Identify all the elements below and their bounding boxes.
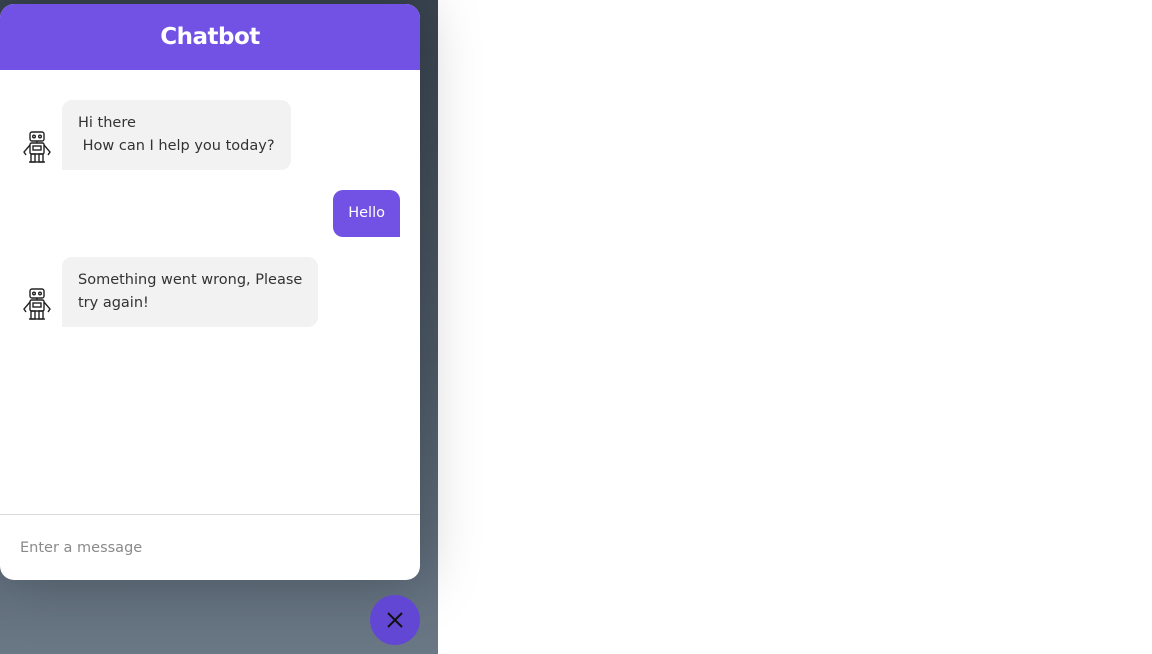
robot-icon xyxy=(23,288,51,320)
chat-messages[interactable]: Hi there How can I help you today? Hello… xyxy=(0,70,420,514)
chatbot-window: Chatbot Hi there How can I help you toda… xyxy=(0,4,420,580)
outgoing-message-text: Hello xyxy=(333,190,400,237)
message-composer xyxy=(0,514,420,580)
incoming-message-text: Hi there How can I help you today? xyxy=(62,100,291,170)
robot-icon xyxy=(23,131,51,163)
incoming-message: Something went wrong, Please try again! xyxy=(20,257,319,327)
chat-header: Chatbot xyxy=(0,4,420,70)
chatbot-toggle-button[interactable] xyxy=(370,595,420,645)
chat-title: Chatbot xyxy=(160,24,260,50)
message-input[interactable] xyxy=(20,535,400,561)
close-icon xyxy=(387,612,403,628)
incoming-message: Hi there How can I help you today? xyxy=(20,100,291,170)
outgoing-message: Hello xyxy=(333,190,400,237)
incoming-message-text: Something went wrong, Please try again! xyxy=(62,257,319,327)
